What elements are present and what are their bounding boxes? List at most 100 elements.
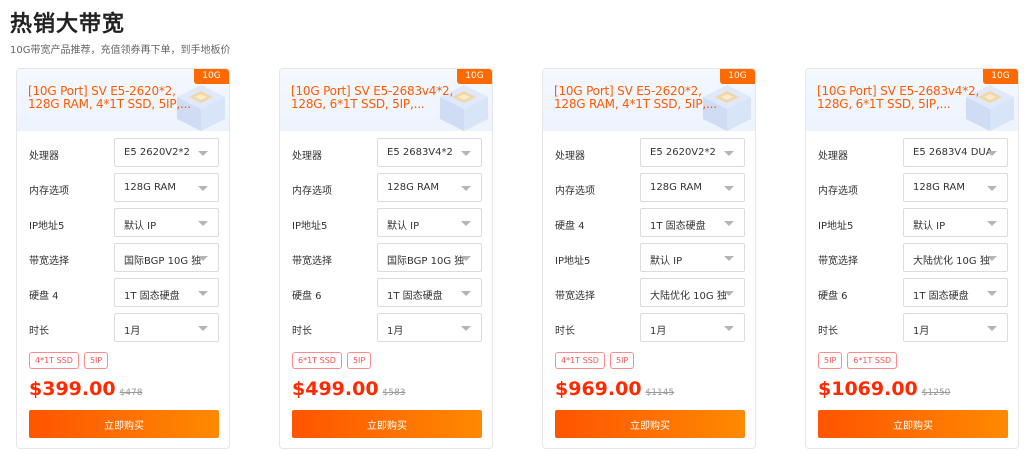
price: $969.00	[555, 378, 642, 400]
chevron-down-icon	[987, 326, 997, 331]
buy-now-button[interactable]: 立即购买	[29, 410, 219, 438]
product-title[interactable]: [10G Port] SV E5-2620*2, 128G RAM, 4*1T …	[554, 85, 730, 111]
option-select-value: 1T 固态硬盘	[387, 291, 443, 302]
option-row: 时长 1月	[543, 313, 755, 343]
option-row: 硬盘 4 1T 固态硬盘	[543, 208, 755, 238]
spec-tag: 5IP	[818, 352, 843, 369]
option-row: 内存选项 128G RAM	[806, 173, 1018, 203]
bandwidth-badge: 10G	[194, 69, 229, 84]
option-label: 硬盘 6	[292, 291, 322, 302]
chevron-down-icon	[461, 291, 471, 296]
option-select[interactable]: 1T 固态硬盘	[640, 208, 745, 237]
price-block: $399.00 $478	[29, 378, 142, 400]
option-row: 硬盘 4 1T 固态硬盘	[17, 278, 229, 308]
spec-tag: 5IP	[83, 352, 109, 369]
price-block: $499.00 $583	[292, 378, 405, 400]
chevron-down-icon	[461, 256, 471, 261]
product-title[interactable]: [10G Port] SV E5-2620*2, 128G RAM, 4*1T …	[28, 85, 204, 111]
chevron-down-icon	[724, 326, 734, 331]
option-row: 内存选项 128G RAM	[17, 173, 229, 203]
option-select[interactable]: E5 2620V2*2	[114, 138, 219, 167]
chevron-down-icon	[724, 256, 734, 261]
option-label: 硬盘 4	[555, 221, 585, 232]
option-select-value: 大陆优化 10G 独	[650, 291, 727, 302]
spec-tag: 4*1T SSD	[555, 352, 605, 369]
option-select-value: 默认 IP	[124, 221, 157, 232]
original-price: $1145	[645, 388, 675, 398]
option-row: 时长 1月	[17, 313, 229, 343]
option-select-value: 国际BGP 10G 独	[387, 256, 465, 267]
option-label: 时长	[29, 326, 49, 337]
option-select[interactable]: 大陆优化 10G 独	[903, 243, 1008, 272]
option-row: 带宽选择 大陆优化 10G 独	[543, 278, 755, 308]
product-card: [10G Port] SV E5-2683v4*2, 128G, 6*1T SS…	[279, 68, 493, 449]
option-label: IP地址5	[29, 221, 65, 232]
option-select-value: 1月	[387, 326, 404, 337]
option-select[interactable]: 国际BGP 10G 独	[114, 243, 219, 272]
option-select[interactable]: 1月	[903, 313, 1008, 342]
chevron-down-icon	[987, 151, 997, 156]
option-row: 带宽选择 国际BGP 10G 独	[280, 243, 492, 273]
option-select[interactable]: E5 2620V2*2	[640, 138, 745, 167]
chevron-down-icon	[461, 186, 471, 191]
card-header: [10G Port] SV E5-2620*2, 128G RAM, 4*1T …	[17, 69, 229, 131]
option-row: 内存选项 128G RAM	[280, 173, 492, 203]
bandwidth-badge: 10G	[720, 69, 755, 84]
option-select[interactable]: 默认 IP	[377, 208, 482, 237]
option-select[interactable]: 128G RAM	[377, 173, 482, 202]
option-label: 内存选项	[555, 186, 595, 197]
option-select[interactable]: 1月	[114, 313, 219, 342]
option-select-value: E5 2683V4*2	[387, 147, 453, 158]
option-select[interactable]: 1月	[640, 313, 745, 342]
card-header: [10G Port] SV E5-2683v4*2, 128G, 6*1T SS…	[806, 69, 1018, 131]
option-select[interactable]: E5 2683V4*2	[377, 138, 482, 167]
option-label: 带宽选择	[292, 256, 332, 267]
buy-now-button[interactable]: 立即购买	[555, 410, 745, 438]
option-label: 内存选项	[292, 186, 332, 197]
option-select-value: 默认 IP	[387, 221, 420, 232]
option-select[interactable]: 1T 固态硬盘	[377, 278, 482, 307]
chevron-down-icon	[987, 291, 997, 296]
option-select[interactable]: 1T 固态硬盘	[114, 278, 219, 307]
option-select[interactable]: 128G RAM	[903, 173, 1008, 202]
chevron-down-icon	[198, 151, 208, 156]
buy-now-button[interactable]: 立即购买	[818, 410, 1008, 438]
option-select[interactable]: 国际BGP 10G 独	[377, 243, 482, 272]
price-block: $1069.00 $1250	[818, 378, 950, 400]
option-select[interactable]: 默认 IP	[640, 243, 745, 272]
option-select[interactable]: 128G RAM	[640, 173, 745, 202]
option-label: 硬盘 6	[818, 291, 848, 302]
chevron-down-icon	[724, 221, 734, 226]
option-select-value: 128G RAM	[650, 182, 703, 193]
option-select-value: 默认 IP	[913, 221, 946, 232]
option-row: IP地址5 默认 IP	[806, 208, 1018, 238]
option-row: 带宽选择 国际BGP 10G 独	[17, 243, 229, 273]
chevron-down-icon	[724, 291, 734, 296]
option-select[interactable]: 128G RAM	[114, 173, 219, 202]
chevron-down-icon	[461, 151, 471, 156]
option-label: 时长	[292, 326, 312, 337]
option-label: 处理器	[555, 151, 585, 162]
option-select[interactable]: 大陆优化 10G 独	[640, 278, 745, 307]
option-select-value: 128G RAM	[913, 182, 966, 193]
option-row: IP地址5 默认 IP	[17, 208, 229, 238]
option-label: 处理器	[29, 151, 59, 162]
option-select[interactable]: 1T 固态硬盘	[903, 278, 1008, 307]
buy-now-button[interactable]: 立即购买	[292, 410, 482, 438]
option-row: 带宽选择 大陆优化 10G 独	[806, 243, 1018, 273]
option-select[interactable]: 1月	[377, 313, 482, 342]
chevron-down-icon	[198, 256, 208, 261]
option-select[interactable]: 默认 IP	[114, 208, 219, 237]
option-select-value: 128G RAM	[387, 182, 440, 193]
option-label: 带宽选择	[818, 256, 858, 267]
option-label: 处理器	[818, 151, 848, 162]
option-row: 处理器 E5 2683V4 DUA	[806, 138, 1018, 168]
product-title[interactable]: [10G Port] SV E5-2683v4*2, 128G, 6*1T SS…	[817, 85, 993, 111]
option-select[interactable]: 默认 IP	[903, 208, 1008, 237]
option-select[interactable]: E5 2683V4 DUA	[903, 138, 1008, 167]
product-title[interactable]: [10G Port] SV E5-2683v4*2, 128G, 6*1T SS…	[291, 85, 467, 111]
option-select-value: 1T 固态硬盘	[650, 221, 706, 232]
product-card: [10G Port] SV E5-2620*2, 128G RAM, 4*1T …	[542, 68, 756, 449]
chevron-down-icon	[724, 186, 734, 191]
option-select-value: 默认 IP	[650, 256, 683, 267]
